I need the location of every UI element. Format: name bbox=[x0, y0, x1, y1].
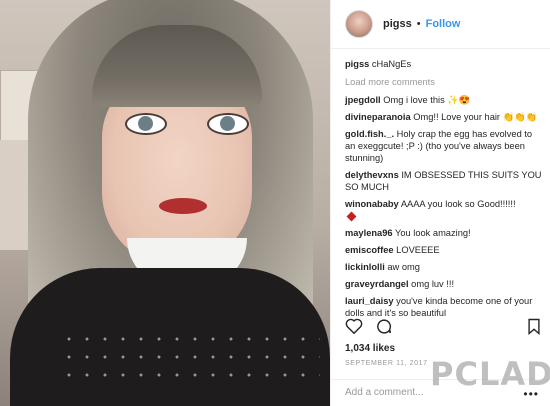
comment-item: gold.fish._. Holy crap the egg has evolv… bbox=[345, 128, 543, 164]
comment-item: delythevxns IM OBSESSED THIS SUITS YOU S… bbox=[345, 169, 543, 193]
comment-username[interactable]: jpegdoll bbox=[345, 95, 381, 105]
instagram-post: pigss • Follow pigss cHaNgEs Load more c… bbox=[0, 0, 550, 406]
comment-username[interactable]: maylena96 bbox=[345, 228, 393, 238]
watermark-logo: PCLADY bbox=[430, 355, 550, 393]
comment-item: graveyrdangel omg luv !!! bbox=[345, 278, 543, 290]
comment-item: divineparanoia Omg!! Love your hair 👏👏👏 bbox=[345, 111, 543, 123]
comment-username[interactable]: winonababy bbox=[345, 199, 399, 209]
comment-username[interactable]: delythevxns bbox=[345, 170, 399, 180]
header-username[interactable]: pigss bbox=[383, 18, 412, 30]
caption-text: cHaNgEs bbox=[371, 59, 412, 69]
avatar[interactable] bbox=[345, 10, 373, 38]
comment-username[interactable]: gold.fish._. bbox=[345, 129, 394, 139]
action-bar bbox=[345, 318, 541, 338]
photo-sweater-pattern bbox=[60, 330, 320, 390]
comment-username[interactable]: emiscoffee bbox=[345, 245, 394, 255]
comment-icon[interactable] bbox=[375, 318, 393, 335]
comment-item: emiscoffee LOVEEEE bbox=[345, 244, 543, 256]
heart-emoji-icon bbox=[346, 211, 357, 222]
header-separator: • bbox=[416, 18, 421, 30]
comment-text: AAAA you look so Good!!!!!! bbox=[400, 199, 516, 209]
follow-button[interactable]: Follow bbox=[426, 18, 461, 30]
comments-section: pigss cHaNgEs Load more comments jpegdol… bbox=[345, 58, 543, 324]
post-header: pigss • Follow bbox=[331, 0, 550, 49]
load-more-comments[interactable]: Load more comments bbox=[345, 76, 543, 88]
photo-right-eye bbox=[207, 113, 249, 135]
bookmark-icon[interactable] bbox=[527, 318, 541, 335]
comment-username[interactable]: lauri_daisy bbox=[345, 296, 394, 306]
comment-item: lauri_daisy you've kinda become one of y… bbox=[345, 295, 543, 319]
photo-lips bbox=[159, 198, 207, 214]
heart-icon[interactable] bbox=[345, 318, 363, 334]
comment-text: Omg!! Love your hair 👏👏👏 bbox=[413, 112, 538, 122]
comment-username[interactable]: divineparanoia bbox=[345, 112, 411, 122]
comment-text: aw omg bbox=[387, 262, 420, 272]
photo-left-eye bbox=[125, 113, 167, 135]
comment-username[interactable]: graveyrdangel bbox=[345, 279, 409, 289]
comment-item: maylena96 You look amazing! bbox=[345, 227, 543, 239]
comment-username[interactable]: lickinlolli bbox=[345, 262, 385, 272]
caption-username[interactable]: pigss bbox=[345, 59, 369, 69]
comment-text: LOVEEEE bbox=[396, 245, 440, 255]
comment-item: jpegdoll Omg i love this ✨😍 bbox=[345, 94, 543, 106]
comment-text: Omg i love this ✨😍 bbox=[383, 95, 471, 105]
comment-text: You look amazing! bbox=[394, 228, 471, 238]
post-sidebar: pigss • Follow pigss cHaNgEs Load more c… bbox=[330, 0, 550, 406]
likes-count[interactable]: 1,034 likes bbox=[345, 343, 395, 354]
post-date: SEPTEMBER 11, 2017 bbox=[345, 360, 428, 367]
caption: pigss cHaNgEs bbox=[345, 58, 543, 70]
post-photo[interactable] bbox=[0, 0, 330, 406]
comment-item: winonababy AAAA you look so Good!!!!!! bbox=[345, 198, 543, 222]
add-comment-placeholder: Add a comment... bbox=[345, 387, 424, 398]
comment-item: lickinlolli aw omg bbox=[345, 261, 543, 273]
comment-text: omg luv !!! bbox=[411, 279, 455, 289]
